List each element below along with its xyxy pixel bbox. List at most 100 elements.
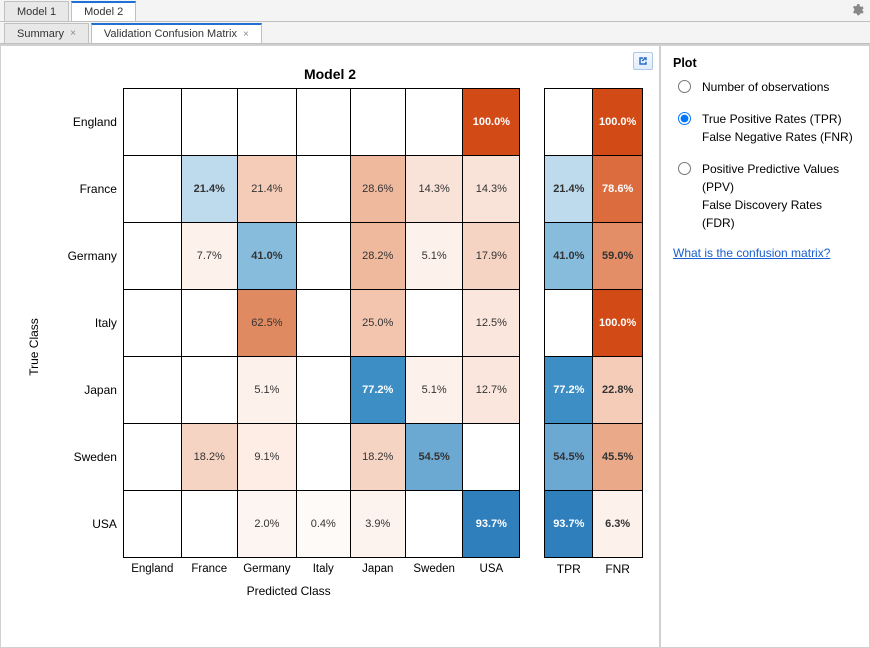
cm-cell: 5.1% xyxy=(237,357,296,424)
cm-cell xyxy=(123,491,181,558)
tpr-cell xyxy=(545,89,593,156)
option-line: True Positive Rates (TPR) xyxy=(702,110,853,128)
tpr-cell: 45.5% xyxy=(593,424,643,491)
col-label: Germany xyxy=(237,558,296,580)
cm-cell xyxy=(405,290,463,357)
row-label: Italy xyxy=(57,290,123,357)
tpr-cell: 6.3% xyxy=(593,491,643,558)
cm-cell xyxy=(463,424,520,491)
cm-cell: 17.9% xyxy=(463,223,520,290)
cm-cell: 77.2% xyxy=(350,357,405,424)
cm-cell: 18.2% xyxy=(350,424,405,491)
cm-cell: 28.2% xyxy=(350,223,405,290)
popout-icon[interactable] xyxy=(633,52,653,70)
option-line: False Negative Rates (FNR) xyxy=(702,128,853,146)
cm-cell xyxy=(123,424,181,491)
row-label: Japan xyxy=(57,357,123,424)
cm-cell: 41.0% xyxy=(237,223,296,290)
radio-input[interactable] xyxy=(678,80,691,93)
cm-cell: 25.0% xyxy=(350,290,405,357)
tpr-cell: 22.8% xyxy=(593,357,643,424)
cm-cell: 9.1% xyxy=(237,424,296,491)
tpr-cell: 77.2% xyxy=(545,357,593,424)
cm-cell xyxy=(350,89,405,156)
plot-option-2[interactable]: Positive Predictive Values (PPV)False Di… xyxy=(673,160,857,232)
tpr-cell: 100.0% xyxy=(593,89,643,156)
cm-cell xyxy=(296,357,350,424)
confusion-matrix: England100.0%France21.4%21.4%28.6%14.3%1… xyxy=(57,88,520,580)
tpr-cell: 41.0% xyxy=(545,223,593,290)
cm-cell: 28.6% xyxy=(350,156,405,223)
row-label: Germany xyxy=(57,223,123,290)
cm-cell: 3.9% xyxy=(350,491,405,558)
matrix-wrap: England100.0%France21.4%21.4%28.6%14.3%1… xyxy=(17,88,643,598)
cm-cell xyxy=(237,89,296,156)
cm-cell xyxy=(296,89,350,156)
cm-cell: 54.5% xyxy=(405,424,463,491)
cm-cell xyxy=(296,223,350,290)
cm-cell xyxy=(123,223,181,290)
cm-cell: 21.4% xyxy=(237,156,296,223)
tpr-header: FNR xyxy=(593,558,643,580)
col-label: Italy xyxy=(296,558,350,580)
model-tab-1[interactable]: Model 2 xyxy=(71,1,136,21)
radio-input[interactable] xyxy=(678,162,691,175)
cm-cell: 2.0% xyxy=(237,491,296,558)
close-icon[interactable]: × xyxy=(70,28,76,39)
x-axis-label: Predicted Class xyxy=(57,584,520,598)
plot-area: Model 2 True Class England100.0%France21… xyxy=(0,45,660,648)
view-tabstrip: Summary×Validation Confusion Matrix× xyxy=(0,22,870,44)
cm-cell xyxy=(123,89,181,156)
cm-cell xyxy=(181,491,237,558)
cm-cell xyxy=(181,89,237,156)
cm-cell xyxy=(296,156,350,223)
col-label: Sweden xyxy=(405,558,463,580)
col-label: Japan xyxy=(350,558,405,580)
help-link[interactable]: What is the confusion matrix? xyxy=(673,246,830,260)
cm-cell: 5.1% xyxy=(405,357,463,424)
row-label: USA xyxy=(57,491,123,558)
side-panel: Plot Number of observations True Positive… xyxy=(660,45,870,648)
tpr-cell: 78.6% xyxy=(593,156,643,223)
option-line: Number of observations xyxy=(702,78,829,96)
cm-cell xyxy=(123,357,181,424)
tpr-cell: 21.4% xyxy=(545,156,593,223)
side-heading: Plot xyxy=(673,56,857,70)
option-line: False Discovery Rates (FDR) xyxy=(702,196,857,232)
tpr-cell: 93.7% xyxy=(545,491,593,558)
view-tab-1[interactable]: Validation Confusion Matrix× xyxy=(91,23,262,43)
tpr-cell: 59.0% xyxy=(593,223,643,290)
cm-cell: 100.0% xyxy=(463,89,520,156)
row-label: England xyxy=(57,89,123,156)
plot-option-1[interactable]: True Positive Rates (TPR)False Negative … xyxy=(673,110,857,146)
cm-cell: 7.7% xyxy=(181,223,237,290)
cm-cell: 14.3% xyxy=(405,156,463,223)
radio-input[interactable] xyxy=(678,112,691,125)
cm-cell xyxy=(181,357,237,424)
model-tab-0[interactable]: Model 1 xyxy=(4,1,69,21)
cm-cell xyxy=(123,156,181,223)
close-icon[interactable]: × xyxy=(243,29,249,40)
cm-cell xyxy=(296,290,350,357)
cm-cell xyxy=(181,290,237,357)
cm-cell xyxy=(405,89,463,156)
cm-cell: 0.4% xyxy=(296,491,350,558)
chart-title: Model 2 xyxy=(17,66,643,82)
cm-cell: 12.7% xyxy=(463,357,520,424)
row-label: France xyxy=(57,156,123,223)
gear-icon[interactable] xyxy=(850,3,864,20)
col-label: England xyxy=(123,558,181,580)
cm-cell xyxy=(123,290,181,357)
cm-cell: 21.4% xyxy=(181,156,237,223)
plot-option-0[interactable]: Number of observations xyxy=(673,78,857,96)
model-tabstrip: Model 1Model 2 xyxy=(0,0,870,22)
col-label: USA xyxy=(463,558,520,580)
cm-cell: 14.3% xyxy=(463,156,520,223)
view-tab-0[interactable]: Summary× xyxy=(4,23,89,43)
cm-cell xyxy=(296,424,350,491)
content-row: Model 2 True Class England100.0%France21… xyxy=(0,44,870,648)
tpr-header: TPR xyxy=(545,558,593,580)
col-label: France xyxy=(181,558,237,580)
cm-cell: 18.2% xyxy=(181,424,237,491)
cm-cell: 12.5% xyxy=(463,290,520,357)
